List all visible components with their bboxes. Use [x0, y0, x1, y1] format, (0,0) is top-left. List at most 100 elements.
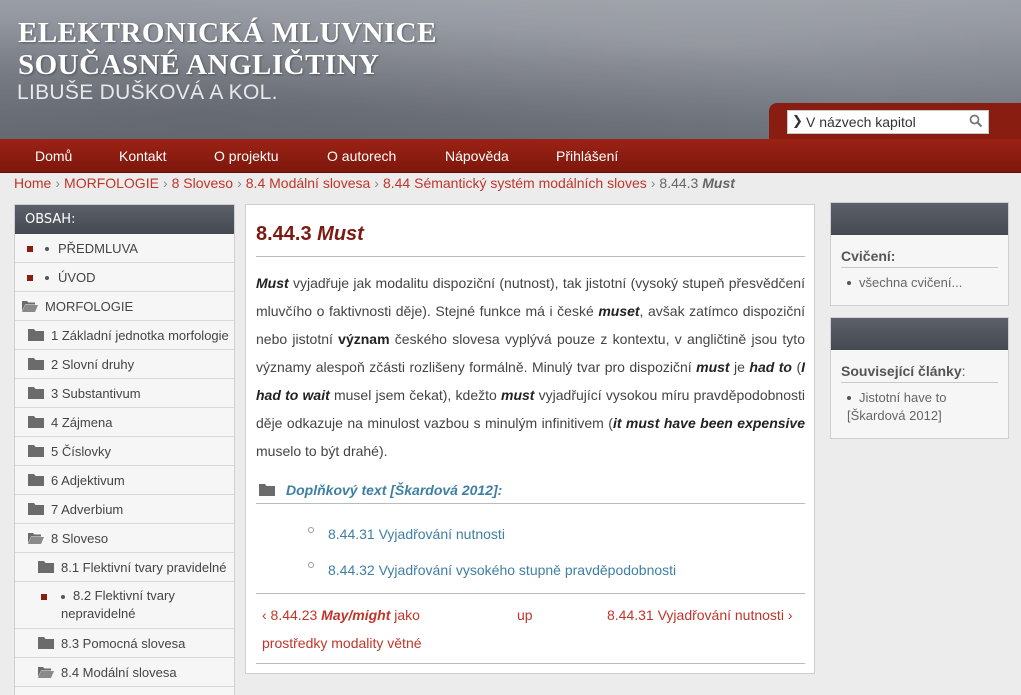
folder-icon — [28, 329, 44, 341]
sub-link-nutnost[interactable]: 8.44.31 Vyjadřování nutnosti — [328, 526, 505, 542]
toc-item-label: PŘEDMLUVA — [58, 241, 138, 256]
term-vyznam: význam — [338, 331, 390, 347]
breadcrumb-modalni-slovesa[interactable]: 8.4 Modální slovesa — [246, 175, 371, 191]
bullet-dot-icon — [847, 281, 851, 285]
bullet-dot-icon — [45, 276, 49, 280]
toc-item-label: 5 Číslovky — [51, 444, 111, 459]
toc-item-predmluva[interactable]: PŘEDMLUVA — [15, 234, 234, 263]
related-heading: Související články: — [841, 363, 966, 379]
pager-up[interactable]: up — [517, 601, 533, 629]
pager-prev-prefix: ‹ 8.44.23 — [262, 607, 322, 623]
toc-item-label: 3 Substantivum — [51, 386, 141, 401]
toc-item-2[interactable]: 2 Slovní druhy — [15, 350, 234, 379]
toc-item-label: MORFOLOGIE — [45, 299, 134, 314]
toc-item-label: ÚVOD — [58, 270, 96, 285]
search-input[interactable] — [806, 113, 966, 131]
toc-item-8-1[interactable]: 8.1 Flektivní tvary pravidelné — [15, 553, 234, 582]
search-box[interactable]: ❯ — [787, 110, 989, 134]
nav-help[interactable]: Nápověda — [445, 148, 509, 164]
toc-item-label: 6 Adjektivum — [51, 473, 125, 488]
toc-item-3[interactable]: 3 Substantivum — [15, 379, 234, 408]
pager-next[interactable]: 8.44.31 Vyjadřování nutnosti › — [607, 601, 793, 629]
bullet-square-icon — [41, 594, 47, 600]
sub-link-pravdepodobnost[interactable]: 8.44.32 Vyjadřování vysokého stupně prav… — [328, 562, 676, 578]
nav-contact[interactable]: Kontakt — [119, 148, 166, 164]
article-title-num: 8.44.3 — [256, 223, 312, 245]
toc-heading: OBSAH: — [15, 205, 234, 234]
breadcrumb-separator: › — [237, 175, 242, 191]
folder-icon — [259, 484, 275, 496]
toc-item-8-3[interactable]: 8.3 Pomocná slovesa — [15, 629, 234, 658]
related-link[interactable]: Jistotní have to — [859, 389, 946, 407]
folder-icon — [38, 637, 54, 649]
folder-icon — [28, 358, 44, 370]
text-run: musel jsem čekat), kdežto — [329, 387, 501, 403]
article-title: 8.44.3 Must — [256, 223, 364, 246]
toc-item-7[interactable]: 7 Adverbium — [15, 495, 234, 524]
exercises-link[interactable]: všechna cvičení... — [859, 274, 962, 292]
site-title[interactable]: ELEKTRONICKÁ MLUVNICE SOUČASNÉ ANGLIČTIN… — [18, 17, 437, 81]
toc-item-8[interactable]: 8 Sloveso — [15, 524, 234, 553]
exercises-box-header — [831, 203, 1008, 235]
pager-prev-suffix: jako — [390, 607, 420, 623]
breadcrumb-separator: › — [650, 175, 656, 191]
text-run: ( — [791, 359, 802, 375]
breadcrumb-separator: › — [162, 175, 168, 191]
nav-about-project[interactable]: O projektu — [214, 148, 279, 164]
nav-login[interactable]: Přihlášení — [556, 148, 618, 164]
nav-home[interactable]: Domů — [35, 148, 72, 164]
toc-item-label: 8.3 Pomocná slovesa — [61, 636, 186, 651]
pager-prev[interactable]: ‹ 8.44.23 May/might jako — [262, 601, 420, 629]
toc-sidebar: OBSAH: PŘEDMLUVA ÚVOD MORFOLOGIE 1 Zákla… — [14, 204, 235, 695]
breadcrumb-semanticky-system[interactable]: 8.44 Sémantický systém modálních sloves — [383, 175, 647, 191]
site-title-line2: SOUČASNÉ ANGLIČTINY — [18, 49, 380, 81]
breadcrumb-sloveso[interactable]: 8 Sloveso — [172, 175, 233, 191]
folder-icon — [28, 387, 44, 399]
magnifier-icon[interactable] — [969, 114, 983, 128]
term-had-to: had to — [749, 359, 792, 375]
toc-item-4[interactable]: 4 Zájmena — [15, 408, 234, 437]
toc-item-morfologie[interactable]: MORFOLOGIE — [15, 292, 234, 321]
bullet-circle-icon — [308, 527, 314, 533]
toc-item-6[interactable]: 6 Adjektivum — [15, 466, 234, 495]
related-box-header — [831, 318, 1008, 350]
toc-item-uvod[interactable]: ÚVOD — [15, 263, 234, 292]
related-divider — [841, 382, 998, 383]
exercises-heading: Cvičení: — [841, 248, 896, 264]
toc-item-1[interactable]: 1 Základní jednotka morfologie — [15, 321, 234, 350]
toc-item-8-2[interactable]: 8.2 Flektivní tvary nepravidelné — [15, 582, 234, 629]
bullet-circle-icon — [308, 562, 314, 568]
related-heading-text: Související články — [841, 363, 962, 379]
nav-about-authors[interactable]: O autorech — [327, 148, 396, 164]
related-box: Související články: Jistotní have to [Šk… — [830, 317, 1009, 439]
site-subtitle: LIBUŠE DUŠKOVÁ A KOL. — [17, 81, 278, 104]
related-link-line2[interactable]: [Škardová 2012] — [847, 407, 942, 425]
article: 8.44.3 Must Must vyjadřuje jak modalitu … — [245, 204, 815, 674]
bullet-dot-icon — [847, 396, 851, 400]
pager-prev-line2[interactable]: prostředky modality větné — [262, 629, 422, 657]
pager-bottom-divider — [256, 663, 805, 664]
exercises-box: Cvičení: všechna cvičení... — [830, 202, 1009, 306]
text-run: je — [729, 359, 750, 375]
toc-item-label: 1 Základní jednotka morfologie — [51, 328, 229, 343]
folder-icon — [28, 445, 44, 457]
toc-item-8-4[interactable]: 8.4 Modální slovesa — [15, 658, 234, 687]
toc-item-label: 7 Adverbium — [51, 502, 124, 517]
breadcrumb-morfologie[interactable]: MORFOLOGIE — [64, 175, 159, 191]
toc-item-label: 8 Sloveso — [51, 531, 109, 546]
toc-item-label: 4 Zájmena — [51, 415, 113, 430]
supplement-divider — [256, 503, 805, 504]
breadcrumb-current-num: 8.44.3 — [659, 175, 699, 191]
title-divider — [256, 256, 805, 257]
bullet-dot-icon — [61, 595, 65, 599]
toc-item-5[interactable]: 5 Číslovky — [15, 437, 234, 466]
breadcrumb-home[interactable]: Home — [14, 175, 51, 191]
example-must-have-been: it must have been expensive — [612, 415, 806, 431]
supplement-label: Doplňkový text [Škardová 2012]: — [286, 482, 503, 498]
site-title-line1: ELEKTRONICKÁ MLUVNICE — [18, 17, 437, 49]
chevron-right-icon: ❯ — [792, 114, 803, 129]
folder-open-icon — [22, 301, 38, 312]
exercises-divider — [841, 267, 998, 268]
article-title-word: Must — [317, 223, 364, 245]
related-heading-colon: : — [961, 363, 966, 379]
